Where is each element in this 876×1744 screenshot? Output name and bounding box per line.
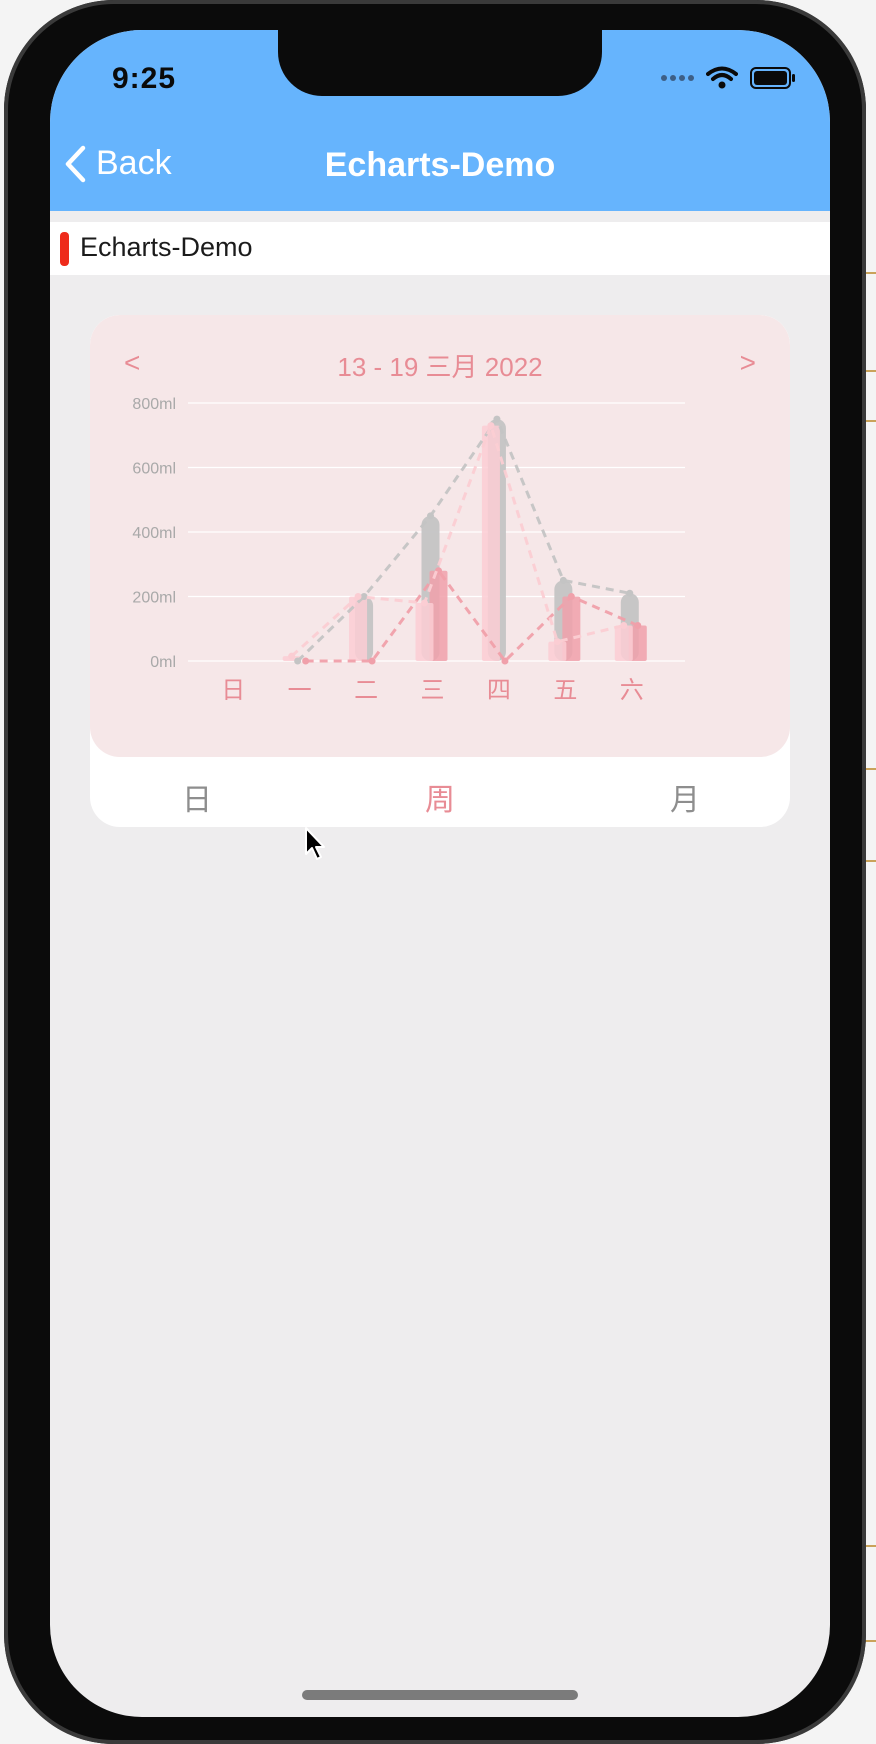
chart-point [421, 599, 428, 607]
chart-point [302, 657, 310, 665]
period-tabs: 日 周 月 [90, 765, 790, 827]
section-header: Echarts-Demo [50, 222, 830, 275]
tab-day[interactable]: 日 [182, 775, 212, 819]
chart-bar [481, 425, 500, 661]
chart-card: < 13 - 19 三月 2022 > 0ml 200ml 400ml 600ml 80… [90, 315, 790, 827]
y-tick-label: 800ml [132, 396, 176, 413]
wifi-icon [706, 66, 738, 89]
chart-point [501, 657, 509, 665]
notch [278, 30, 602, 96]
x-tick-label: 二 [354, 676, 378, 704]
chart-point [487, 422, 495, 430]
x-tick-label: 日 [221, 676, 245, 704]
y-tick-label: 0ml [150, 654, 176, 671]
x-tick-label: 一 [288, 676, 312, 704]
chart-point [493, 415, 501, 423]
x-tick-label: 六 [620, 676, 644, 704]
chart-bar [415, 602, 434, 661]
chart-point [368, 657, 376, 665]
chart-point [567, 593, 575, 600]
water-intake-chart: 0ml 200ml 400ml 600ml 800ml 日 一 二 三 四 五 六 [132, 396, 685, 704]
chart-point [559, 576, 567, 584]
chart-point [626, 589, 634, 597]
x-tick-label: 四 [487, 676, 511, 704]
phone-screen: 9:25 Back Echarts-Demo Echarts-Demo < 13… [50, 30, 830, 1717]
status-time: 9:25 [112, 62, 177, 95]
y-tick-label: 200ml [132, 590, 176, 607]
chart-point [288, 652, 296, 660]
chart-point [354, 593, 362, 600]
x-tick-label: 五 [553, 676, 577, 704]
chart-point [427, 512, 434, 520]
mouse-cursor-icon [305, 827, 325, 860]
phone-frame: 9:25 Back Echarts-Demo Echarts-Demo < 13… [4, 0, 866, 1744]
chart-bar [349, 596, 368, 661]
chart-point [294, 657, 302, 665]
chart-point [620, 622, 628, 630]
section-accent-bar [60, 232, 69, 266]
chart-point [634, 622, 642, 630]
x-tick-label: 三 [421, 676, 445, 704]
battery-icon [750, 67, 795, 89]
tab-month[interactable]: 月 [670, 775, 700, 819]
page-title: Echarts-Demo [324, 146, 556, 184]
chart-point [553, 638, 561, 646]
cellular-dots-icon [661, 75, 694, 81]
status-icons [660, 66, 796, 90]
section-title: Echarts-Demo [80, 232, 253, 262]
navigation-bar: 9:25 Back Echarts-Demo [50, 30, 830, 211]
tab-week[interactable]: 周 [425, 775, 455, 819]
chart-panel: < 13 - 19 三月 2022 > 0ml 200ml 400ml 600ml 80… [90, 315, 790, 757]
home-indicator [302, 1690, 578, 1700]
y-tick-label: 400ml [132, 525, 176, 542]
chart-point [360, 593, 368, 600]
y-tick-label: 600ml [132, 461, 176, 478]
chart-bar [614, 625, 633, 661]
